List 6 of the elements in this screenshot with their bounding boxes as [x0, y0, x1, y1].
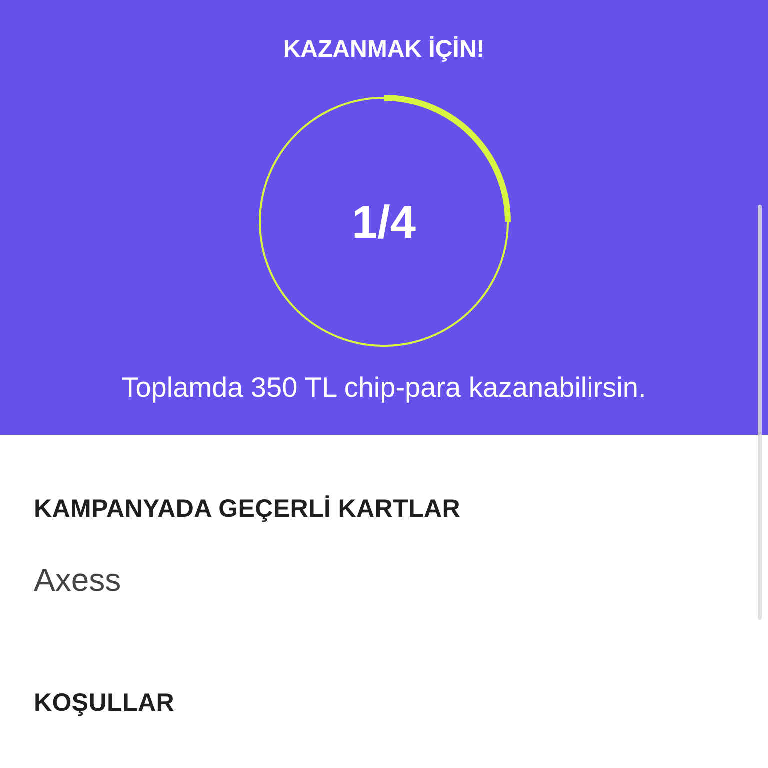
card-name: Axess: [34, 562, 122, 599]
reward-summary: Toplamda 350 TL chip-para kazanabilirsin.: [122, 372, 646, 404]
header-title: KAZANMAK İÇİN!: [283, 36, 485, 64]
section-heading: KOŞULLAR: [34, 689, 176, 718]
section-heading: KAMPANYADA GEÇERLİ KARTLAR: [34, 495, 462, 524]
progress-count: 1/4: [352, 195, 416, 249]
